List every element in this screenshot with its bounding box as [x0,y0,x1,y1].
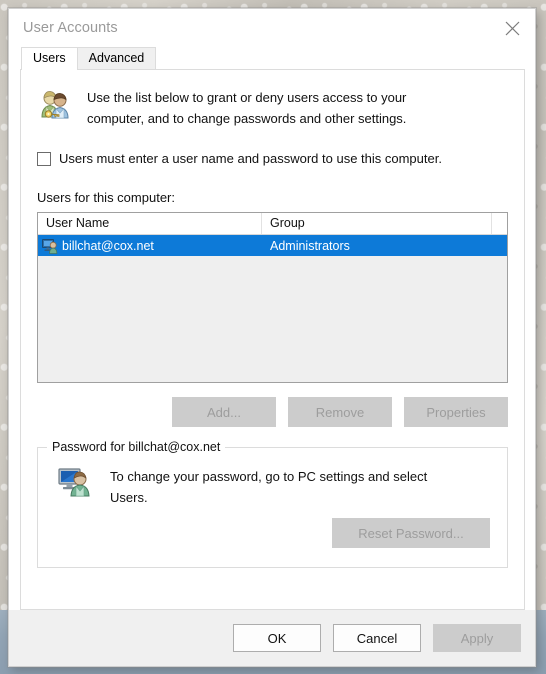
cell-user-name: billchat@cox.net [38,235,262,256]
cancel-button-label: Cancel [356,630,398,646]
remove-button-label: Remove [315,404,365,420]
tab-strip: Users Advanced [9,47,535,70]
title-bar: User Accounts [9,9,535,47]
users-list-header: User Name Group [38,213,507,235]
reset-password-button[interactable]: Reset Password... [332,518,490,548]
user-monitor-icon [42,238,58,254]
close-icon [505,21,519,35]
users-list-label: Users for this computer: [37,190,175,205]
require-password-checkbox[interactable] [37,151,51,166]
user-accounts-dialog: User Accounts Users Advanced Use the lis… [8,8,536,667]
ok-button-label: OK [267,630,287,646]
apply-button[interactable]: Apply [433,624,521,652]
require-password-checkbox-row[interactable]: Users must enter a user name and passwor… [37,151,508,166]
users-tab-panel: Use the list below to grant or deny user… [20,69,525,610]
password-info-line-2: Users. [110,490,148,505]
tab-advanced[interactable]: Advanced [76,47,157,69]
column-header-group[interactable]: Group [262,213,492,234]
password-group-box: Password for billchat@cox.net To change … [37,440,508,568]
column-header-extra[interactable] [492,213,507,234]
reset-password-row: Reset Password... [52,518,493,548]
password-info-text: To change your password, go to PC settin… [110,466,427,508]
ok-button[interactable]: OK [233,624,321,652]
user-monitor-large-icon [58,468,90,497]
table-row[interactable]: billchat@cox.net Administrators [38,235,507,256]
properties-button-label: Properties [426,404,486,420]
user-actions-row: Add... Remove Properties [37,397,508,427]
close-button[interactable] [489,9,535,47]
intro-line-2: computer, and to change passwords and ot… [87,111,407,126]
reset-password-button-label: Reset Password... [358,525,464,541]
cancel-button[interactable]: Cancel [333,624,421,652]
users-pair-key-icon [41,91,69,119]
password-group-legend: Password for billchat@cox.net [47,440,226,454]
intro-block: Use the list below to grant or deny user… [37,87,508,129]
tab-users[interactable]: Users [21,47,78,70]
password-info-row: To change your password, go to PC settin… [58,466,493,508]
dialog-footer: OK Cancel Apply [9,610,535,666]
remove-button[interactable]: Remove [288,397,392,427]
cell-user-name-text: billchat@cox.net [62,238,154,253]
tab-users-label: Users [33,51,66,65]
add-button-label: Add... [207,404,241,420]
properties-button[interactable]: Properties [404,397,508,427]
column-header-user-name[interactable]: User Name [38,213,262,234]
users-list[interactable]: User Name Group billchat@cox.net Adminis… [37,212,508,383]
intro-text: Use the list below to grant or deny user… [87,87,406,129]
intro-line-1: Use the list below to grant or deny user… [87,90,407,105]
cell-group: Administrators [270,238,350,253]
password-info-line-1: To change your password, go to PC settin… [110,469,428,484]
apply-button-label: Apply [460,630,494,646]
tab-advanced-label: Advanced [88,51,145,65]
window-title: User Accounts [23,20,118,36]
add-button[interactable]: Add... [172,397,276,427]
require-password-label: Users must enter a user name and passwor… [59,151,442,166]
